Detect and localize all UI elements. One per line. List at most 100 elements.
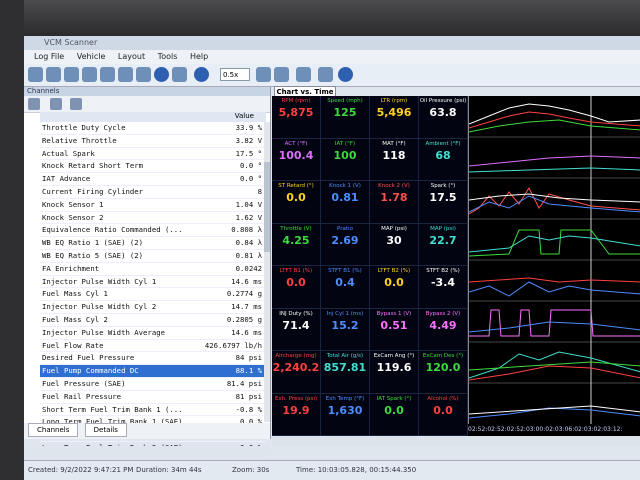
gauge-tile[interactable]: Bypass 2 (V) 4.49: [419, 308, 468, 351]
gauge-tile[interactable]: IAT (°F) 100: [321, 138, 370, 181]
channel-row[interactable]: Relative Throttle 3.82 V: [40, 135, 266, 148]
channel-row[interactable]: Fuel Mass Cyl 2 0.2805 g: [40, 314, 266, 327]
window-title: VCM Scanner: [44, 38, 98, 47]
tab-channels[interactable]: Channels: [28, 423, 79, 437]
channel-list-scrollbar[interactable]: [264, 122, 270, 422]
channel-name: Injector Pulse Width Average: [42, 327, 166, 337]
menu-vehicle[interactable]: Vehicle: [77, 52, 106, 61]
menu-tools[interactable]: Tools: [158, 52, 178, 61]
gauge-label: STFT B1 (%): [328, 268, 362, 274]
channel-row[interactable]: Actual Spark 17.5 °: [40, 148, 266, 161]
gauge-tile[interactable]: Oil Pressure (psi) 63.8: [419, 96, 468, 139]
open-file-icon[interactable]: [28, 67, 43, 82]
channel-name: Fuel Flow Rate: [42, 340, 104, 350]
gauge-tile[interactable]: ExCam Ang (°) 119.6: [370, 351, 419, 394]
gauge-tile[interactable]: MAT (°F) 118: [370, 138, 419, 181]
gauge-tile[interactable]: RPM (rpm) 5,875: [272, 96, 321, 139]
channel-row[interactable]: Knock Sensor 1 1.04 V: [40, 199, 266, 212]
channel-row[interactable]: Short Term Fuel Trim Bank 1 (... -0.8 %: [40, 404, 266, 417]
gauge-tile[interactable]: Inj Cyl 1 (ms) 15.2: [321, 308, 370, 351]
vehicle-disconnect-icon[interactable]: [100, 67, 115, 82]
gauge-tile[interactable]: STFT B2 (%) -3.4: [419, 266, 468, 309]
gauge-tile[interactable]: Exh Temp (°F) 1,630: [321, 393, 370, 436]
channel-row[interactable]: Knock Sensor 2 1.62 V: [40, 212, 266, 225]
channel-list-horizontal-scrollbar[interactable]: [24, 446, 270, 460]
gauge-tile[interactable]: Spark (°) 17.5: [419, 181, 468, 224]
gauge-tile[interactable]: IAT Spark (°) 0.0: [370, 393, 419, 436]
gauge-tile[interactable]: Pratio 2.69: [321, 223, 370, 266]
menu-help[interactable]: Help: [190, 52, 208, 61]
channel-row[interactable]: Injector Pulse Width Average 14.6 ms: [40, 327, 266, 340]
channel-row[interactable]: Knock Retard Short Term 0.0 °: [40, 160, 266, 174]
zoom-in-icon[interactable]: [256, 67, 271, 82]
gauge-tile[interactable]: INJ Duty (%) 71.4: [272, 308, 321, 351]
channel-row[interactable]: Fuel Mass Cyl 1 0.2774 g: [40, 288, 266, 302]
record-icon[interactable]: [154, 67, 169, 82]
gauge-tile[interactable]: ACT (°F) 100.4: [272, 138, 321, 181]
gauge-tile[interactable]: Ambient (°F) 68: [419, 138, 468, 181]
gauge-tile[interactable]: ST Retard (°) 0.0: [272, 181, 321, 224]
gauge-tile[interactable]: MAP (psi) 30: [370, 223, 419, 266]
gauge-tile[interactable]: LTFT B1 (%) 0.0: [272, 266, 321, 309]
channel-row[interactable]: Current Firing Cylinder 8: [40, 186, 266, 199]
vehicle-icon[interactable]: [82, 67, 97, 82]
channel-name: Desired Fuel Pressure: [42, 353, 135, 363]
tab-details[interactable]: Details: [84, 423, 127, 437]
scan-icon[interactable]: [118, 67, 133, 82]
channel-name: Fuel Mass Cyl 1: [42, 289, 108, 299]
chart-horizontal-scrollbar[interactable]: [272, 436, 640, 446]
gauge-tile[interactable]: Knock 2 (V) 1.78: [370, 181, 419, 224]
channel-row[interactable]: WB EQ Ratio 1 (SAE) (2) 0.84 λ: [40, 237, 266, 250]
gauge-tile[interactable]: LTFT B2 (%) 0.0: [370, 266, 419, 309]
channel-row[interactable]: Fuel Flow Rate 426.6797 lb/h: [40, 340, 266, 353]
menu-layout[interactable]: Layout: [118, 52, 145, 61]
gauge-tile[interactable]: Exh. Press (psi) 19.9: [272, 393, 321, 436]
gauge-icon[interactable]: [136, 67, 151, 82]
channel-row[interactable]: Desired Fuel Pressure 84 psi: [40, 352, 266, 366]
gauge-tile[interactable]: LTR (rpm) 5,496: [370, 96, 419, 139]
table-icon[interactable]: [318, 67, 333, 82]
gauge-tile[interactable]: Speed (mph) 125: [321, 96, 370, 139]
time-chart[interactable]: [468, 96, 640, 424]
menu-log-file[interactable]: Log File: [34, 52, 64, 61]
zoom-out-icon[interactable]: [274, 67, 289, 82]
channel-row[interactable]: Injector Pulse Width Cyl 1 14.6 ms: [40, 276, 266, 289]
value-column-header[interactable]: Value: [40, 112, 266, 122]
gauge-tile[interactable]: ExCam Des (°) 120.0: [419, 351, 468, 394]
channel-value: -0.8 %: [235, 404, 262, 414]
gauge-tile[interactable]: Total Air (g/s) 857.81: [321, 351, 370, 394]
channel-name: Fuel Pressure (SAE): [42, 378, 126, 388]
channel-save-icon[interactable]: [50, 98, 62, 110]
channel-row[interactable]: Fuel Rail Pressure 81 psi: [40, 391, 266, 404]
channel-row[interactable]: Fuel Pump Commanded DC 88.1 %: [40, 365, 266, 378]
channel-row[interactable]: IAT Advance 0.0 °: [40, 173, 266, 186]
gauge-tile[interactable]: Aircharge (mg) 2,240.2: [272, 351, 321, 394]
channel-row[interactable]: Equivalence Ratio Commanded (... 0.808 λ: [40, 224, 266, 238]
channel-row[interactable]: Throttle Duty Cycle 33.9 %: [40, 122, 266, 135]
info-icon[interactable]: [338, 67, 353, 82]
gauge-value: 63.8: [429, 106, 457, 119]
layout-icon[interactable]: [296, 67, 311, 82]
camera-icon[interactable]: [172, 67, 187, 82]
channel-value: 33.9 %: [235, 123, 262, 132]
channel-row[interactable]: FA Enrichment 0.0242: [40, 263, 266, 276]
play-icon[interactable]: [194, 67, 209, 82]
gauge-value: 22.7: [429, 233, 457, 247]
gauge-tile[interactable]: STFT B1 (%) 0.4: [321, 266, 370, 309]
gauge-label: RPM (rpm): [281, 98, 311, 104]
gauge-tile[interactable]: MAP (psi) 22.7: [419, 223, 468, 266]
gauge-tile[interactable]: Throttle (V) 4.25: [272, 223, 321, 266]
playback-speed-select[interactable]: 0.5x: [220, 68, 250, 81]
gauge-tile[interactable]: Bypass 1 (V) 0.51: [370, 308, 419, 351]
channel-row[interactable]: Injector Pulse Width Cyl 2 14.7 ms: [40, 301, 266, 314]
gauge-tile[interactable]: Knock 1 (V) 0.81: [321, 181, 370, 224]
channel-row[interactable]: WB EQ Ratio 5 (SAE) (2) 0.81 λ: [40, 250, 266, 263]
gauge-tile[interactable]: Alcohol (%) 0.0: [419, 393, 468, 436]
channel-settings-icon[interactable]: [70, 98, 82, 110]
gauge-label: Alcohol (%): [427, 395, 459, 402]
scroll-thumb[interactable]: [264, 162, 270, 252]
channel-row[interactable]: Fuel Pressure (SAE) 81.4 psi: [40, 378, 266, 391]
channel-add-icon[interactable]: [28, 98, 40, 110]
vehicle-connect-icon[interactable]: [64, 67, 79, 82]
save-file-icon[interactable]: [46, 67, 61, 82]
